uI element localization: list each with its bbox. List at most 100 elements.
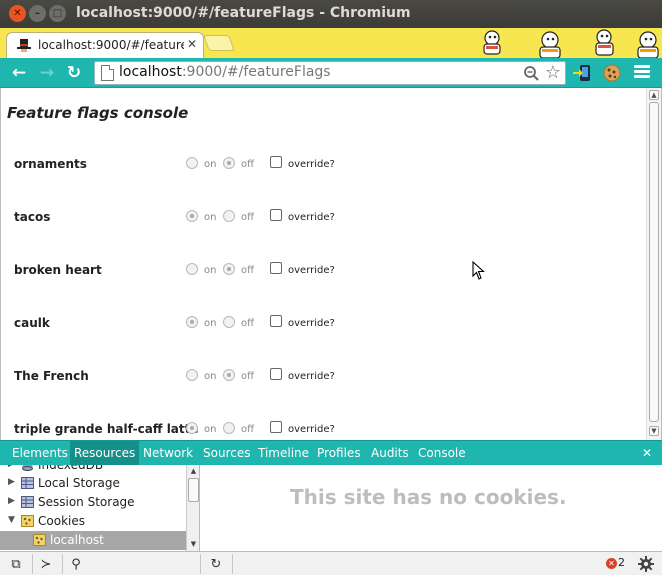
override-checkbox[interactable]: [270, 156, 282, 168]
browser-tab[interactable]: localhost:9000/#/featureFlags ✕: [6, 32, 204, 58]
window-titlebar: ✕ – □ localhost:9000/#/featureFlags - Ch…: [0, 0, 662, 28]
tree-item-label: IndexedDB: [38, 465, 104, 472]
flag-on-radio[interactable]: [186, 422, 198, 434]
devtools-tab-elements[interactable]: Elements: [8, 441, 72, 466]
expanded-arrow-icon[interactable]: ▼: [8, 515, 15, 525]
override-checkbox[interactable]: [270, 209, 282, 221]
devtools-tab-profiles[interactable]: Profiles: [313, 441, 365, 466]
tree-item-localhost[interactable]: localhost: [0, 531, 186, 550]
flag-on-radio[interactable]: [186, 263, 198, 275]
flag-row: broken heart on off override?: [1, 261, 641, 281]
dock-icon[interactable]: ⧉: [6, 555, 26, 573]
override-checkbox[interactable]: [270, 421, 282, 433]
devtools-tab-sources[interactable]: Sources: [199, 441, 254, 466]
theme-artwork-icon: [483, 29, 659, 58]
page-icon: [101, 65, 114, 81]
cookie-icon: [33, 534, 46, 546]
tree-item-local-storage[interactable]: ▶ Local Storage: [0, 474, 186, 493]
reload-button[interactable]: ↻: [63, 62, 85, 84]
error-count[interactable]: 2: [618, 556, 625, 569]
flag-on-radio[interactable]: [186, 157, 198, 169]
forward-button[interactable]: →: [36, 62, 58, 84]
on-label: on: [204, 212, 217, 223]
flag-on-radio[interactable]: [186, 316, 198, 328]
override-label: override?: [288, 371, 335, 382]
search-icon[interactable]: ⚲: [66, 555, 86, 573]
url-text[interactable]: localhost:9000/#/featureFlags: [119, 64, 331, 80]
flag-on-radio[interactable]: [186, 210, 198, 222]
override-label: override?: [288, 212, 335, 223]
tree-item-label: Session Storage: [38, 495, 135, 509]
back-button[interactable]: ←: [8, 62, 30, 84]
tab-strip: localhost:9000/#/featureFlags ✕: [0, 28, 662, 58]
tree-item-label: localhost: [50, 533, 104, 547]
override-label: override?: [288, 424, 335, 435]
mobile-extension-icon[interactable]: [572, 63, 592, 83]
override-checkbox[interactable]: [270, 315, 282, 327]
devtools-close-icon[interactable]: ✕: [642, 446, 652, 460]
bookmark-star-icon[interactable]: ☆: [545, 62, 561, 84]
devtools-tab-network[interactable]: Network: [139, 441, 197, 466]
new-tab-button[interactable]: [203, 35, 235, 51]
resources-tree: ▶ IndexedDB ▶ Local Storage ▶ Session Storage…: [0, 465, 200, 551]
off-label: off: [241, 265, 255, 276]
chrome-menu-icon[interactable]: [634, 65, 650, 79]
off-label: off: [241, 424, 255, 435]
tree-item-cookies[interactable]: ▼ Cookies: [0, 512, 186, 531]
flag-name: triple grande half-caff latte: [14, 422, 199, 436]
cookie-extension-icon[interactable]: [602, 63, 622, 83]
flag-off-radio[interactable]: [223, 316, 235, 328]
tree-scrollbar-thumb[interactable]: [188, 478, 199, 502]
tree-scroll-down-icon[interactable]: ▼: [188, 540, 199, 549]
off-label: off: [241, 318, 255, 329]
tree-scrollbar[interactable]: ▲ ▼: [186, 465, 199, 551]
flag-row: ornaments on off override?: [1, 155, 641, 175]
devtools-tab-console[interactable]: Console: [414, 441, 470, 466]
flag-row: triple grande half-caff latte on off overri…: [1, 420, 641, 440]
address-bar[interactable]: localhost:9000/#/featureFlags ☆: [94, 61, 566, 85]
flag-off-radio[interactable]: [223, 369, 235, 381]
window-close-button[interactable]: ✕: [9, 5, 26, 22]
tree-item-session-storage[interactable]: ▶ Session Storage: [0, 493, 186, 512]
refresh-icon[interactable]: ↻: [206, 555, 226, 573]
scroll-down-icon[interactable]: ▼: [649, 426, 659, 436]
collapsed-arrow-icon[interactable]: ▶: [8, 496, 15, 506]
window-minimize-button[interactable]: –: [29, 5, 46, 22]
gear-icon[interactable]: [637, 555, 655, 573]
scrollbar-thumb[interactable]: [649, 102, 659, 422]
window-title: localhost:9000/#/featureFlags - Chromium: [76, 5, 411, 21]
empty-cookies-message: This site has no cookies.: [290, 485, 567, 509]
off-label: off: [241, 212, 255, 223]
tophat-favicon-icon: [17, 39, 31, 52]
devtools-tab-timeline[interactable]: Timeline: [254, 441, 313, 466]
error-icon[interactable]: ✕: [606, 558, 617, 569]
flag-name: ornaments: [14, 157, 87, 171]
collapsed-arrow-icon[interactable]: ▶: [8, 477, 15, 487]
flag-name: broken heart: [14, 263, 102, 277]
devtools-tabbar: Elements Resources Network Sources Timeline P…: [0, 440, 662, 466]
window-maximize-button[interactable]: □: [49, 5, 66, 22]
zoom-icon[interactable]: [523, 65, 539, 81]
flag-off-radio[interactable]: [223, 263, 235, 275]
tab-close-icon[interactable]: ✕: [187, 37, 197, 51]
devtools-tab-resources[interactable]: Resources: [70, 441, 140, 466]
override-checkbox[interactable]: [270, 368, 282, 380]
on-label: on: [204, 159, 217, 170]
override-checkbox[interactable]: [270, 262, 282, 274]
flag-on-radio[interactable]: [186, 369, 198, 381]
on-label: on: [204, 318, 217, 329]
scroll-up-icon[interactable]: ▲: [649, 90, 659, 100]
tree-scroll-up-icon[interactable]: ▲: [188, 467, 199, 476]
cookie-icon: [21, 515, 34, 527]
page-scrollbar[interactable]: ▲ ▼: [646, 88, 661, 440]
console-drawer-icon[interactable]: ≻: [36, 555, 56, 573]
off-label: off: [241, 371, 255, 382]
devtools-tab-audits[interactable]: Audits: [367, 441, 413, 466]
devtools-panel: ▶ IndexedDB ▶ Local Storage ▶ Session Storage…: [0, 465, 662, 551]
flag-off-radio[interactable]: [223, 210, 235, 222]
flag-off-radio[interactable]: [223, 157, 235, 169]
table-icon: [21, 496, 34, 508]
collapsed-arrow-icon[interactable]: ▶: [8, 465, 15, 469]
flag-name: tacos: [14, 210, 51, 224]
flag-off-radio[interactable]: [223, 422, 235, 434]
